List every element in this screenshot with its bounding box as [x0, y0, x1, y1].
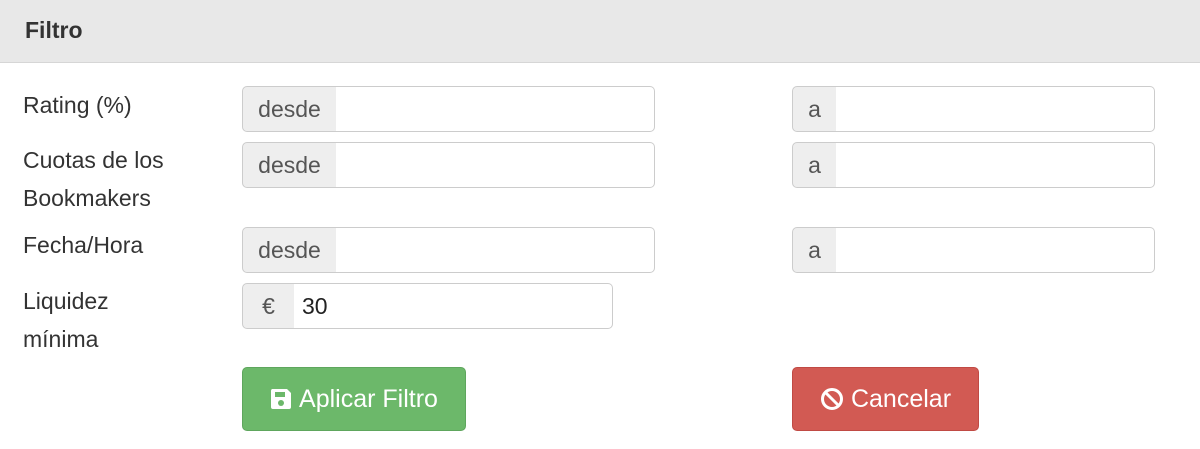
save-icon	[270, 388, 292, 410]
rating-label: Rating (%)	[23, 92, 132, 118]
datetime-label: Fecha/Hora	[23, 232, 144, 258]
odds-label: Cuotas de los Bookmakers	[23, 147, 164, 211]
liquidity-input[interactable]	[294, 283, 613, 329]
panel-title: Filtro	[25, 17, 83, 43]
ban-icon	[820, 387, 844, 411]
datetime-from-addon: desde	[242, 227, 337, 273]
datetime-to-input[interactable]	[836, 227, 1155, 273]
liquidity-label: Liquidez mínima	[23, 288, 109, 352]
cancel-label: Cancelar	[850, 384, 952, 413]
euro-addon: €	[242, 283, 295, 329]
odds-from-input[interactable]	[336, 142, 655, 188]
cancel-button[interactable]: Cancelar	[792, 367, 979, 431]
apply-filter-button[interactable]: Aplicar Filtro	[242, 367, 466, 431]
odds-from-addon: desde	[242, 142, 337, 188]
panel-header: Filtro	[0, 0, 1200, 63]
rating-from-addon: desde	[242, 86, 337, 132]
datetime-from-input[interactable]	[336, 227, 655, 273]
apply-filter-label: Aplicar Filtro	[299, 384, 438, 413]
rating-from-input[interactable]	[336, 86, 655, 132]
odds-to-addon: a	[792, 142, 837, 188]
rating-to-addon: a	[792, 86, 837, 132]
datetime-to-addon: a	[792, 227, 837, 273]
odds-to-input[interactable]	[836, 142, 1155, 188]
rating-to-input[interactable]	[836, 86, 1155, 132]
